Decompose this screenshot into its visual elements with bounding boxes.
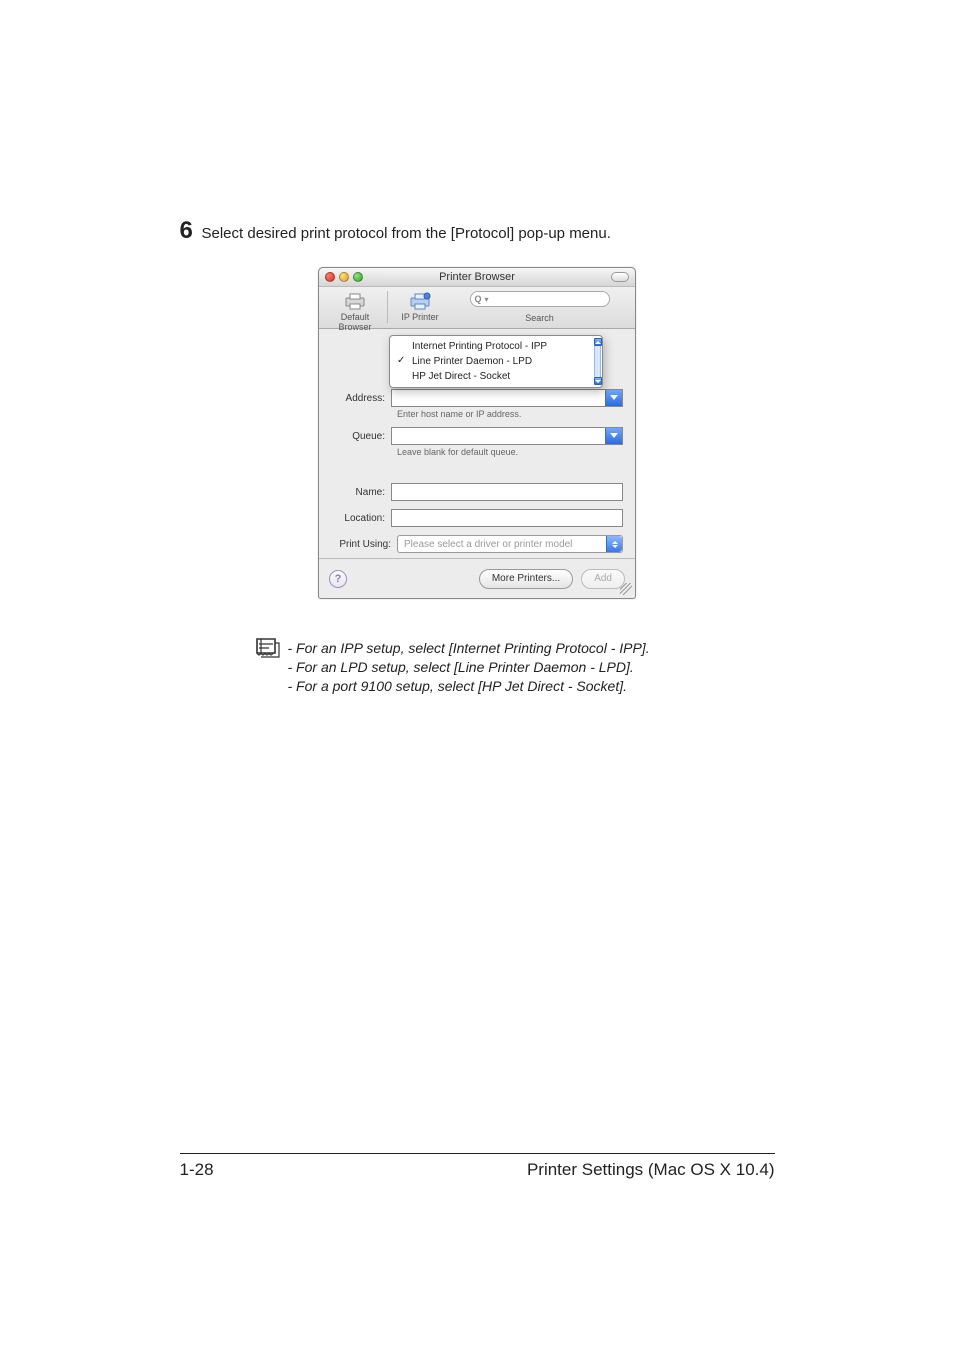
search-icon: Q [475, 294, 482, 304]
protocol-popup-menu: Internet Printing Protocol - IPP Line Pr… [389, 335, 603, 388]
location-input[interactable] [391, 509, 623, 527]
resize-grip-icon[interactable] [620, 583, 632, 595]
note-icon [255, 635, 281, 659]
print-using-value: Please select a driver or printer model [404, 539, 572, 550]
protocol-option-lpd[interactable]: Line Printer Daemon - LPD [390, 354, 602, 369]
toolbar-toggle-button[interactable] [611, 272, 629, 282]
toolbar-default-browser[interactable]: Default Browser [325, 291, 385, 332]
toolbar-ip-printer[interactable]: IP Printer [390, 291, 450, 322]
protocol-option-ipp[interactable]: Internet Printing Protocol - IPP [390, 339, 602, 354]
location-label: Location: [331, 513, 391, 524]
queue-label: Queue: [331, 431, 391, 442]
name-input[interactable] [391, 483, 623, 501]
section-title: Printer Settings (Mac OS X 10.4) [527, 1160, 775, 1180]
minimize-icon[interactable] [339, 272, 349, 282]
name-label: Name: [331, 487, 391, 498]
help-button[interactable]: ? [329, 570, 347, 588]
queue-hint: Leave blank for default queue. [397, 447, 623, 457]
note-line-1: - For an IPP setup, select [Internet Pri… [288, 639, 775, 658]
printer-browser-window: Printer Browser Default Browser [318, 267, 636, 599]
address-hint: Enter host name or IP address. [397, 409, 623, 419]
printer-icon [343, 292, 367, 310]
toolbar-separator [387, 291, 388, 323]
toolbar: Default Browser IP Printer Q▾ Search [319, 287, 635, 329]
page-number: 1-28 [180, 1160, 214, 1180]
window-title: Printer Browser [319, 271, 635, 283]
address-input[interactable] [391, 389, 623, 407]
add-button: Add [581, 569, 625, 589]
address-label: Address: [331, 393, 391, 404]
more-printers-button[interactable]: More Printers... [479, 569, 573, 589]
close-icon[interactable] [325, 272, 335, 282]
chevron-updown-icon [606, 536, 622, 552]
ip-printer-icon [408, 292, 432, 310]
print-using-label: Print Using: [331, 539, 397, 550]
search-input[interactable]: Q▾ [470, 291, 610, 307]
toolbar-ip-printer-label: IP Printer [401, 312, 438, 322]
note-line-3: - For a port 9100 setup, select [HP Jet … [288, 677, 775, 696]
print-using-select[interactable]: Please select a driver or printer model [397, 535, 623, 553]
protocol-option-socket[interactable]: HP Jet Direct - Socket [390, 369, 602, 384]
note-line-2: - For an LPD setup, select [Line Printer… [288, 658, 775, 677]
queue-input[interactable] [391, 427, 623, 445]
step-number: 6 [180, 217, 193, 245]
popup-scrollbar[interactable] [593, 336, 602, 387]
scroll-up-button[interactable] [594, 338, 602, 346]
search-label: Search [525, 313, 554, 323]
step-text: Select desired print protocol from the [… [202, 225, 611, 242]
scroll-down-button[interactable] [594, 377, 602, 385]
zoom-icon[interactable] [353, 272, 363, 282]
window-titlebar: Printer Browser [319, 268, 635, 287]
